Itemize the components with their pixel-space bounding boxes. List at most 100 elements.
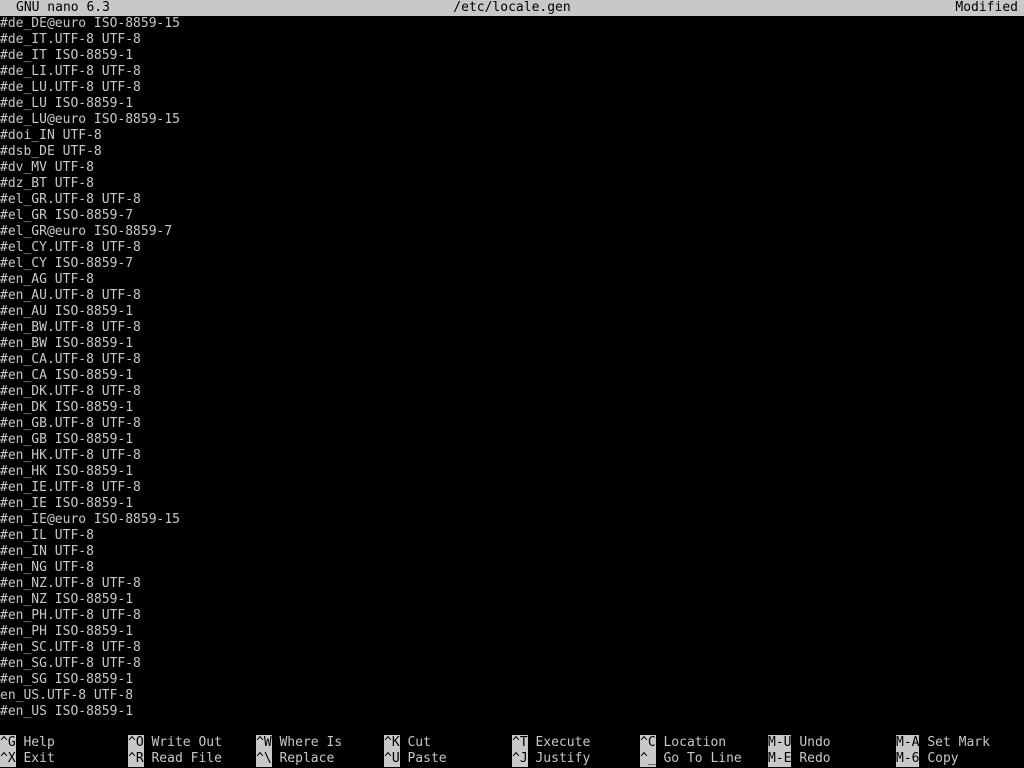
editor-line[interactable]: #en_IL UTF-8 (0, 528, 1024, 544)
editor-line[interactable]: #de_IT ISO-8859-1 (0, 48, 1024, 64)
editor-line[interactable]: #en_HK.UTF-8 UTF-8 (0, 448, 1024, 464)
shortcut-key: ^C (640, 735, 656, 751)
editor-line[interactable]: #en_CA.UTF-8 UTF-8 (0, 352, 1024, 368)
editor-line[interactable]: #en_NG UTF-8 (0, 560, 1024, 576)
shortcut-label: Go To Line (663, 751, 742, 766)
editor-line[interactable]: #en_CA ISO-8859-1 (0, 368, 1024, 384)
shortcut-label: Replace (279, 751, 335, 766)
shortcut-replace[interactable]: ^\ Replace (256, 751, 334, 767)
shortcut-paste[interactable]: ^U Paste (384, 751, 447, 767)
editor-line[interactable]: #en_NZ.UTF-8 UTF-8 (0, 576, 1024, 592)
editor-line[interactable]: #en_US ISO-8859-1 (0, 704, 1024, 720)
editor-line[interactable]: #en_HK ISO-8859-1 (0, 464, 1024, 480)
editor-line[interactable]: #en_BW ISO-8859-1 (0, 336, 1024, 352)
shortcut-key: M-A (896, 735, 920, 751)
shortcut-key: ^O (128, 735, 144, 751)
shortcut-key: ^W (256, 735, 272, 751)
shortcut-justify[interactable]: ^J Justify (512, 751, 590, 767)
shortcut-label: Undo (799, 735, 831, 750)
shortcut-key: ^K (384, 735, 400, 751)
editor-line[interactable]: #de_LI.UTF-8 UTF-8 (0, 64, 1024, 80)
shortcut-where-is[interactable]: ^W Where Is (256, 735, 342, 751)
shortcut-set-mark[interactable]: M-A Set Mark (896, 735, 990, 751)
editor-line[interactable]: #en_PH ISO-8859-1 (0, 624, 1024, 640)
title-bar: /etc/locale.gen GNU nano 6.3 Modified (0, 0, 1024, 16)
shortcut-label: Write Out (151, 735, 222, 750)
editor-line[interactable]: #en_SC.UTF-8 UTF-8 (0, 640, 1024, 656)
shortcut-redo[interactable]: M-E Redo (768, 751, 831, 767)
editor-line[interactable]: #de_LU.UTF-8 UTF-8 (0, 80, 1024, 96)
editor-line[interactable]: #en_AU.UTF-8 UTF-8 (0, 288, 1024, 304)
editor-line[interactable]: #de_LU@euro ISO-8859-15 (0, 112, 1024, 128)
shortcut-label: Set Mark (927, 735, 990, 750)
shortcut-key: ^\ (256, 751, 272, 767)
app-version: GNU nano 6.3 (16, 0, 110, 15)
editor-line[interactable]: #en_BW.UTF-8 UTF-8 (0, 320, 1024, 336)
shortcut-read-file[interactable]: ^R Read File (128, 751, 222, 767)
editor-line[interactable]: #en_IE.UTF-8 UTF-8 (0, 480, 1024, 496)
editor-line[interactable]: #el_GR@euro ISO-8859-7 (0, 224, 1024, 240)
shortcut-execute[interactable]: ^T Execute (512, 735, 590, 751)
shortcut-key: ^U (384, 751, 400, 767)
file-name: /etc/locale.gen (453, 0, 571, 15)
editor-line[interactable]: #el_GR ISO-8859-7 (0, 208, 1024, 224)
editor-line[interactable]: #en_AU ISO-8859-1 (0, 304, 1024, 320)
editor-line[interactable]: #el_GR.UTF-8 UTF-8 (0, 192, 1024, 208)
editor-line[interactable]: #en_DK ISO-8859-1 (0, 400, 1024, 416)
shortcut-label: Justify (535, 751, 591, 766)
shortcut-label: Read File (151, 751, 222, 766)
editor-line[interactable]: #de_IT.UTF-8 UTF-8 (0, 32, 1024, 48)
shortcut-label: Redo (799, 751, 831, 766)
shortcut-cut[interactable]: ^K Cut (384, 735, 431, 751)
editor-text-area[interactable]: #de_DE@euro ISO-8859-15 #de_IT.UTF-8 UTF-… (0, 16, 1024, 720)
editor-line[interactable]: #dv_MV UTF-8 (0, 160, 1024, 176)
shortcut-bar: ^G Help ^O Write Out ^W Where Is ^K Cut ^T E… (0, 735, 1024, 767)
shortcut-key: ^J (512, 751, 528, 767)
editor-line[interactable]: #de_DE@euro ISO-8859-15 (0, 16, 1024, 32)
shortcut-label: Paste (407, 751, 447, 766)
shortcut-exit[interactable]: ^X Exit (0, 751, 55, 767)
editor-line[interactable]: #en_IE ISO-8859-1 (0, 496, 1024, 512)
editor-line[interactable]: #en_IN UTF-8 (0, 544, 1024, 560)
shortcut-write-out[interactable]: ^O Write Out (128, 735, 222, 751)
editor-line[interactable]: #en_SG ISO-8859-1 (0, 672, 1024, 688)
shortcut-location[interactable]: ^C Location (640, 735, 726, 751)
shortcut-undo[interactable]: M-U Undo (768, 735, 831, 751)
editor-line[interactable]: #doi_IN UTF-8 (0, 128, 1024, 144)
shortcut-copy[interactable]: M-6 Copy (896, 751, 959, 767)
editor-line[interactable]: #en_PH.UTF-8 UTF-8 (0, 608, 1024, 624)
shortcut-label: Execute (535, 735, 591, 750)
editor-line[interactable]: #en_AG UTF-8 (0, 272, 1024, 288)
editor-line[interactable]: #en_GB ISO-8859-1 (0, 432, 1024, 448)
shortcut-label: Help (23, 735, 55, 750)
shortcut-key: ^G (0, 735, 16, 751)
shortcut-label: Copy (927, 751, 959, 766)
shortcut-row-2: ^X Exit ^R Read File ^\ Replace ^U Paste ^J … (0, 751, 1024, 767)
editor-line[interactable]: #en_IE@euro ISO-8859-15 (0, 512, 1024, 528)
editor-line[interactable]: #en_GB.UTF-8 UTF-8 (0, 416, 1024, 432)
shortcut-key: ^R (128, 751, 144, 767)
modified-status: Modified (955, 0, 1018, 15)
shortcut-go-to-line[interactable]: ^_ Go To Line (640, 751, 742, 767)
shortcut-label: Where Is (279, 735, 343, 750)
shortcut-row-1: ^G Help ^O Write Out ^W Where Is ^K Cut ^T E… (0, 735, 1024, 751)
shortcut-label: Cut (407, 735, 431, 750)
editor-line[interactable]: #dz_BT UTF-8 (0, 176, 1024, 192)
shortcut-key: ^T (512, 735, 528, 751)
shortcut-key: M-6 (896, 751, 920, 767)
shortcut-key: ^X (0, 751, 16, 767)
shortcut-label: Exit (23, 751, 55, 766)
editor-line[interactable]: en_US.UTF-8 UTF-8 (0, 688, 1024, 704)
editor-line[interactable]: #dsb_DE UTF-8 (0, 144, 1024, 160)
shortcut-key: M-E (768, 751, 792, 767)
editor-line[interactable]: #el_CY.UTF-8 UTF-8 (0, 240, 1024, 256)
editor-line[interactable]: #en_NZ ISO-8859-1 (0, 592, 1024, 608)
editor-line[interactable]: #en_DK.UTF-8 UTF-8 (0, 384, 1024, 400)
shortcut-key: ^_ (640, 751, 656, 767)
editor-line[interactable]: #de_LU ISO-8859-1 (0, 96, 1024, 112)
shortcut-label: Location (663, 735, 727, 750)
editor-line[interactable]: #el_CY ISO-8859-7 (0, 256, 1024, 272)
editor-line[interactable]: #en_SG.UTF-8 UTF-8 (0, 656, 1024, 672)
shortcut-key: M-U (768, 735, 792, 751)
shortcut-help[interactable]: ^G Help (0, 735, 55, 751)
